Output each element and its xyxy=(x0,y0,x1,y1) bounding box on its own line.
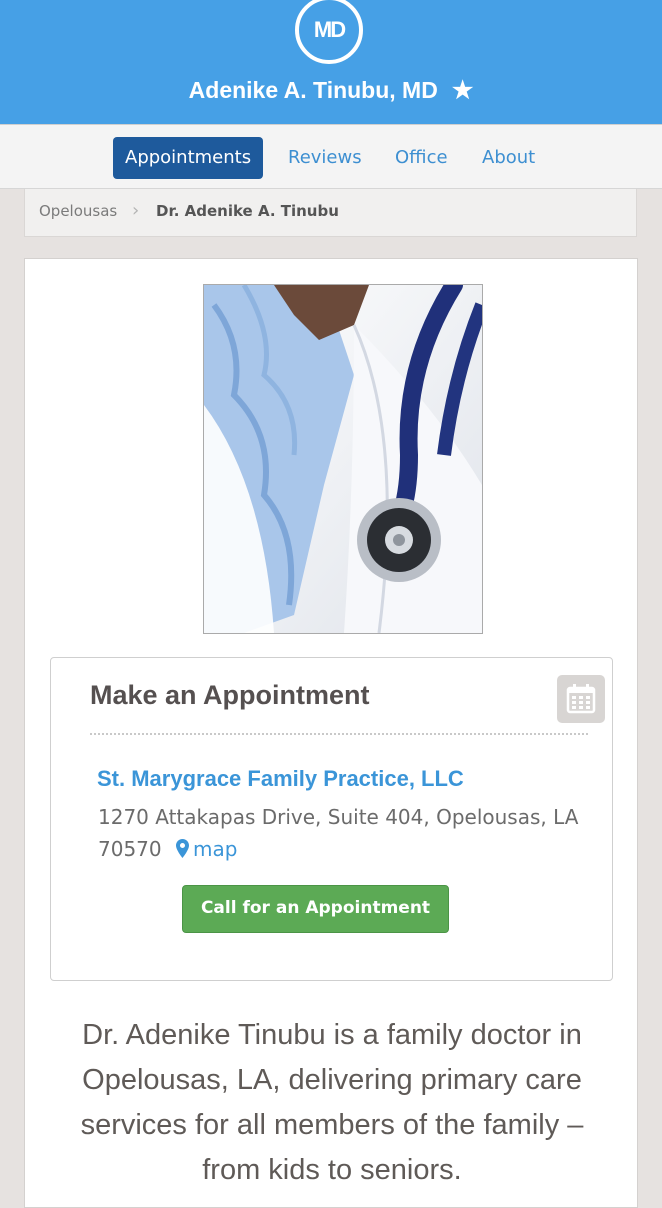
tab-office[interactable]: Office xyxy=(383,137,460,179)
map-marker-icon xyxy=(175,839,189,858)
profile-card: Make an Appointment St. Marygrace Family… xyxy=(24,258,638,1208)
profile-header: MD Adenike A. Tinubu, MD ★ xyxy=(0,0,662,124)
tab-about[interactable]: About xyxy=(470,137,547,179)
call-for-appointment-button[interactable]: Call for an Appointment xyxy=(182,885,449,933)
breadcrumb-current: Dr. Adenike A. Tinubu xyxy=(156,202,339,220)
doctor-description: Dr. Adenike Tinubu is a family doctor in… xyxy=(80,1019,584,1186)
dotted-divider xyxy=(90,733,588,735)
profile-nav: Appointments Reviews Office About xyxy=(0,124,662,189)
calendar-icon[interactable] xyxy=(557,675,605,723)
address-text: 1270 Attakapas Drive, Suite 404, Opelous… xyxy=(98,805,579,861)
appointment-panel: Make an Appointment St. Marygrace Family… xyxy=(50,657,613,981)
doctor-photo xyxy=(203,284,483,634)
breadcrumb: Opelousas › Dr. Adenike A. Tinubu xyxy=(24,189,637,237)
map-link[interactable]: map xyxy=(175,837,238,861)
doctor-name-heading: Adenike A. Tinubu, MD ★ xyxy=(0,76,662,105)
star-icon[interactable]: ★ xyxy=(452,77,474,104)
md-logo-text: MD xyxy=(313,17,346,42)
practice-address: 1270 Attakapas Drive, Suite 404, Opelous… xyxy=(98,801,588,865)
md-logo[interactable]: MD xyxy=(295,0,363,64)
chevron-right-icon: › xyxy=(132,200,140,221)
breadcrumb-link-city[interactable]: Opelousas xyxy=(39,189,117,233)
map-link-label: map xyxy=(192,837,238,861)
tab-appointments[interactable]: Appointments xyxy=(113,137,264,179)
practice-name-link[interactable]: St. Marygrace Family Practice, LLC xyxy=(97,766,464,792)
doctor-name: Adenike A. Tinubu, MD xyxy=(188,77,438,103)
tab-reviews[interactable]: Reviews xyxy=(276,137,374,179)
appointment-title: Make an Appointment xyxy=(90,680,370,710)
